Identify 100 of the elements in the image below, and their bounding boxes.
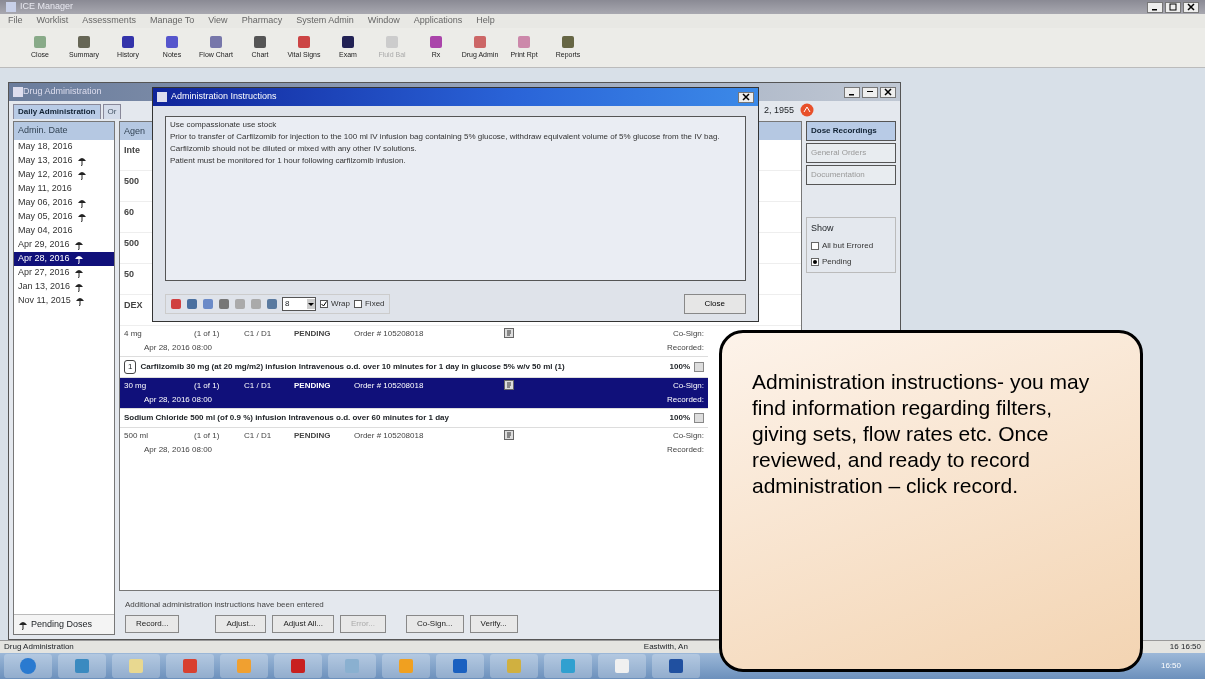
close-button[interactable]: Close bbox=[683, 294, 746, 314]
order-row[interactable]: 1 Carfilzomib 30 mg (at 20 mg/m2) infusion Intravenous o.d. over 10 minutes for 1 day in glucose 5% w/v 50 ml (1) 100% bbox=[120, 356, 708, 378]
date-item[interactable]: May 11, 2016 bbox=[14, 181, 114, 196]
side-tab[interactable]: Dose Recordings bbox=[806, 121, 896, 141]
menu-item[interactable]: Pharmacy bbox=[241, 14, 283, 28]
close-button[interactable] bbox=[738, 91, 754, 103]
dose-cell-text: (1 of 1) bbox=[194, 430, 221, 442]
taskbar-button[interactable] bbox=[58, 654, 106, 678]
menu-item[interactable]: File bbox=[8, 14, 23, 28]
tool-icon bbox=[170, 298, 182, 310]
action-button[interactable]: Verify... bbox=[469, 615, 518, 633]
action-button[interactable]: Record... bbox=[125, 615, 180, 633]
menu-item[interactable]: System Admin bbox=[296, 14, 354, 28]
dose-row[interactable]: 4 mg (1 of 1) C1 / D1 PENDING Order # 105208018 Co-Sign: Apr 28, 2016 08:00 Recorded: bbox=[120, 326, 708, 356]
minimize-button[interactable] bbox=[1147, 1, 1163, 13]
birth-date: 2, 1955 bbox=[763, 103, 794, 117]
order-text: 500 bbox=[124, 238, 140, 248]
date-item[interactable]: May 05, 2016 bbox=[14, 209, 114, 224]
tab[interactable]: Or bbox=[102, 104, 122, 119]
taskbar-button[interactable] bbox=[598, 654, 646, 678]
square-icon bbox=[73, 657, 91, 675]
order-row[interactable]: Sodium Chloride 500 ml (of 0.9 %) infusion Intravenous o.d. over 60 minutes for 1 day 100% bbox=[120, 408, 708, 428]
instructions-note: Additional administration instructions have been entered bbox=[125, 600, 324, 609]
taskbar-clock: 16:50 bbox=[1160, 660, 1181, 672]
menu-item[interactable]: Manage To bbox=[149, 14, 195, 28]
dose-time: Apr 28, 2016 08:00 bbox=[143, 394, 214, 406]
close-icon bbox=[742, 93, 750, 102]
date-item[interactable]: Apr 27, 2016 bbox=[14, 265, 114, 280]
tool-icon bbox=[250, 298, 262, 310]
menu-item[interactable]: Window bbox=[367, 14, 400, 28]
taskbar-button[interactable] bbox=[274, 654, 322, 678]
square-icon bbox=[559, 657, 577, 675]
font-size-dropdown[interactable]: 8 bbox=[282, 297, 316, 311]
instruction-text: Patient must be monitored for 1 hour following carfilzomib infusion. bbox=[170, 155, 407, 167]
window-icon bbox=[157, 92, 167, 102]
recorded-label: Recorded: bbox=[666, 394, 704, 406]
order-number: Order # 105208018 bbox=[354, 380, 425, 392]
group-label: Show bbox=[811, 222, 835, 235]
square-icon bbox=[667, 657, 685, 675]
date-item[interactable]: Jan 13, 2016 bbox=[14, 279, 114, 294]
tool-icon bbox=[218, 298, 230, 310]
status-text: PENDING bbox=[294, 430, 332, 442]
dose-cell-text: C1 / D1 bbox=[244, 430, 273, 442]
date-item[interactable]: May 04, 2016 bbox=[14, 223, 114, 238]
order-text: DEX bbox=[124, 300, 143, 310]
close-icon bbox=[1187, 3, 1195, 12]
minimize-button[interactable] bbox=[844, 86, 860, 98]
checkbox-option[interactable]: Wrap bbox=[320, 298, 350, 310]
tab[interactable]: Daily Administration bbox=[13, 104, 101, 119]
recorded-label: Recorded: bbox=[666, 444, 704, 456]
date-item[interactable]: May 12, 2016 bbox=[14, 167, 114, 182]
date-item[interactable]: Apr 29, 2016 bbox=[14, 237, 114, 252]
status-text: Eastwith, An bbox=[643, 641, 688, 653]
dose-row[interactable]: 500 ml (1 of 1) C1 / D1 PENDING Order # 105208018 Co-Sign: Apr 28, 2016 08:00 Recorded: bbox=[120, 428, 708, 458]
radio-option[interactable]: Pending bbox=[811, 255, 891, 268]
menu-item[interactable]: Worklist bbox=[36, 14, 69, 28]
action-button[interactable]: Co-Sign... bbox=[405, 615, 464, 633]
checkbox-option[interactable]: Fixed bbox=[353, 298, 385, 310]
date-item[interactable]: May 13, 2016 bbox=[14, 153, 114, 168]
app-icon bbox=[6, 2, 16, 12]
dose-time: Apr 28, 2016 08:00 bbox=[143, 342, 214, 354]
square-icon bbox=[235, 657, 253, 675]
tool-icon bbox=[202, 298, 214, 310]
callout-text: Administration instructions- you may find information regarding filters, giving sets, flow rates etc. Once reviewed, and ready to record administration – click record. bbox=[719, 330, 1143, 672]
taskbar-button[interactable] bbox=[436, 654, 484, 678]
dose-cell-text: 4 mg bbox=[124, 328, 143, 340]
maximize-button[interactable] bbox=[862, 86, 878, 98]
dose-cell-text: (1 of 1) bbox=[194, 380, 221, 392]
dose-cell-text: 30 mg bbox=[124, 380, 148, 392]
maximize-icon bbox=[1169, 3, 1177, 12]
dose-cell-text: C1 / D1 bbox=[244, 328, 273, 340]
action-button[interactable]: Adjust All... bbox=[272, 615, 334, 633]
instructions-text-area[interactable] bbox=[165, 116, 746, 281]
cosign-label: Co-Sign: bbox=[671, 328, 704, 340]
taskbar-button[interactable] bbox=[166, 654, 214, 678]
menu-item[interactable]: Help bbox=[476, 14, 495, 28]
close-button[interactable] bbox=[880, 86, 896, 98]
order-text: Inte bbox=[124, 145, 140, 155]
order-text: 60 bbox=[124, 207, 134, 217]
close-icon bbox=[884, 88, 892, 97]
menu-item[interactable]: Applications bbox=[413, 14, 463, 28]
action-button[interactable]: Adjust... bbox=[215, 615, 267, 633]
start-orb-icon bbox=[19, 657, 37, 675]
date-item[interactable]: May 06, 2016 bbox=[14, 195, 114, 210]
square-icon bbox=[451, 657, 469, 675]
date-item[interactable]: Apr 28, 2016 bbox=[14, 251, 114, 266]
date-item[interactable]: May 18, 2016 bbox=[14, 139, 114, 154]
taskbar-button[interactable] bbox=[652, 654, 700, 678]
order-text: 50 bbox=[124, 269, 134, 279]
date-item[interactable]: Nov 11, 2015 bbox=[14, 293, 114, 308]
menu-item[interactable]: Assessments bbox=[82, 14, 136, 28]
order-badge: 1 bbox=[124, 360, 137, 374]
close-button[interactable] bbox=[1183, 1, 1199, 13]
taskbar-button[interactable] bbox=[4, 654, 52, 678]
alert-icon bbox=[800, 103, 814, 117]
dose-row[interactable]: 30 mg (1 of 1) C1 / D1 PENDING Order # 105208018 Co-Sign: Apr 28, 2016 08:00 Recorded: bbox=[120, 378, 708, 408]
radio-option[interactable]: All but Errored bbox=[811, 239, 891, 252]
order-number: Order # 105208018 bbox=[354, 430, 425, 442]
menu-item[interactable]: View bbox=[208, 14, 228, 28]
window-title: ICE Manager bbox=[20, 0, 74, 14]
